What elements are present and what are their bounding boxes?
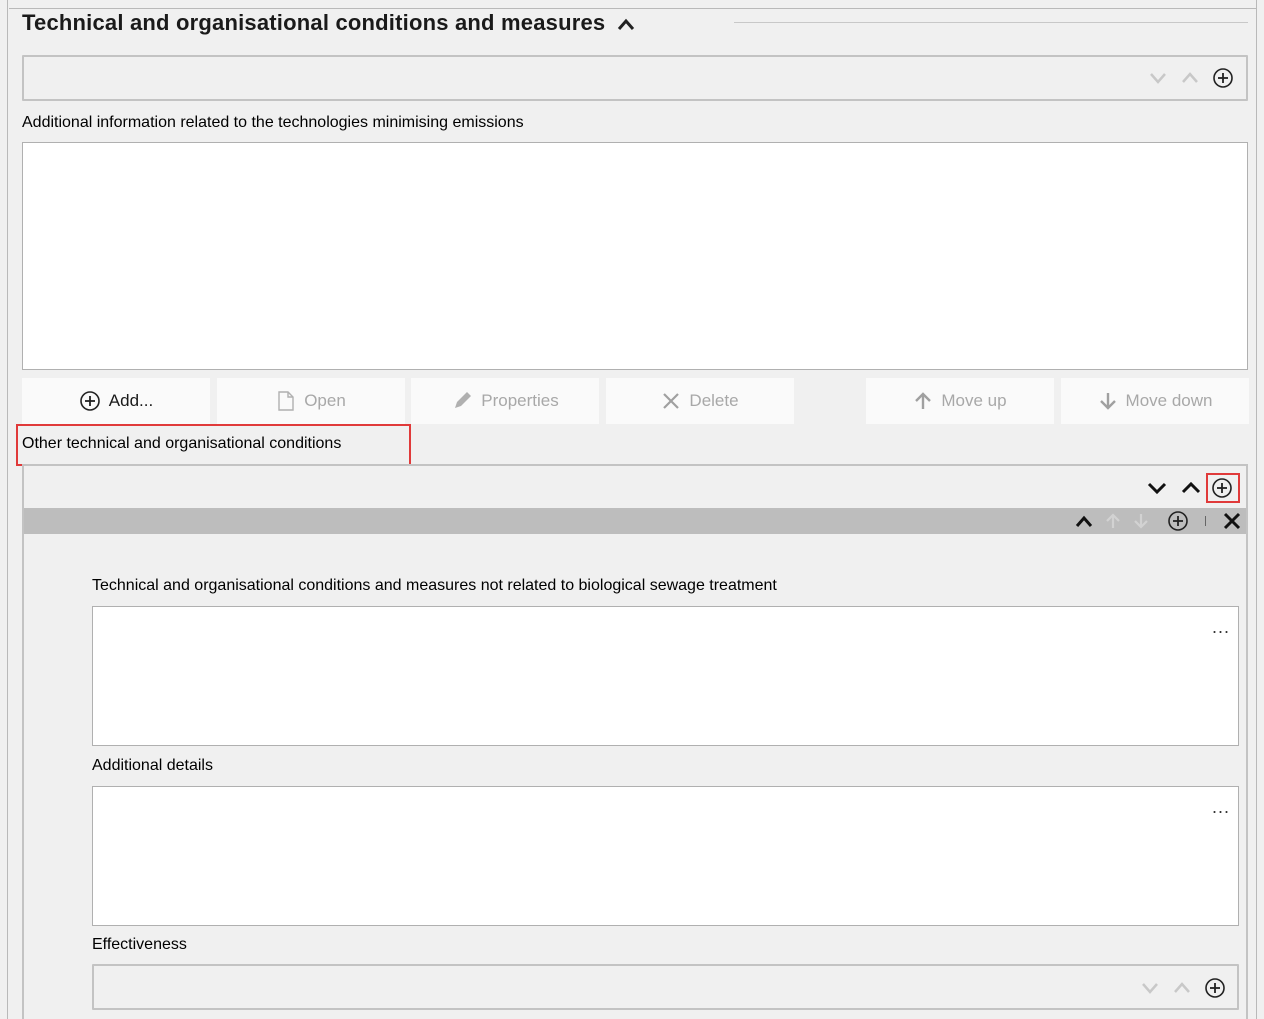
add-button-label: Add... [108,391,154,410]
section-title: Technical and organisational conditions … [22,10,642,36]
separator [1205,516,1206,526]
add-button[interactable]: Add... [22,378,210,424]
chevron-down-icon[interactable] [1148,71,1168,85]
delete-button-label: Delete [689,391,739,410]
section-title-rule [734,22,1248,23]
technologies-label: Additional information related to the te… [22,114,524,131]
chevron-up-icon[interactable] [1074,514,1094,528]
move-up-button-label: Move up [941,391,1007,410]
arrow-up-icon [915,392,932,409]
close-icon[interactable] [1222,511,1242,531]
add-highlight-frame [1206,473,1240,503]
chevron-down-icon[interactable] [1146,480,1168,496]
field2-more-button[interactable]: ... [1212,797,1230,818]
field2-label: Additional details [92,757,213,774]
close-icon [663,393,680,409]
arrow-up-icon[interactable] [1104,512,1122,530]
effectiveness-combo[interactable] [92,964,1239,1010]
plus-circle-icon[interactable] [1204,977,1226,999]
move-down-button-label: Move down [1125,391,1213,410]
field1-more-button[interactable]: ... [1212,617,1230,638]
delete-button[interactable]: Delete [606,378,794,424]
right-border [1256,0,1257,1019]
field2-textarea[interactable]: ... [92,786,1239,926]
move-up-button[interactable]: Move up [866,378,1054,424]
properties-button-label: Properties [481,391,559,410]
properties-button[interactable]: Properties [411,378,599,424]
move-down-button[interactable]: Move down [1061,378,1249,424]
field1-label: Technical and organisational conditions … [92,577,777,594]
plus-circle-icon [79,391,100,411]
plus-circle-icon[interactable] [1212,67,1234,89]
open-button-label: Open [304,391,346,410]
chevron-up-icon[interactable] [1172,981,1192,995]
left-border [7,0,8,1019]
other-conditions-label: Other technical and organisational condi… [22,435,342,452]
plus-circle-icon[interactable] [1167,510,1189,532]
chevron-up-icon[interactable] [1180,480,1202,496]
chevron-up-icon[interactable] [1180,71,1200,85]
open-button[interactable]: Open [217,378,405,424]
pencil-icon [455,392,472,408]
arrow-down-icon [1099,393,1116,410]
other-conditions-container: Technical and organisational conditions … [22,464,1248,1019]
arrow-down-icon[interactable] [1132,512,1150,530]
top-combo[interactable] [22,55,1248,101]
chevron-down-icon[interactable] [1140,981,1160,995]
top-border [9,8,1256,9]
technologies-textarea[interactable] [22,142,1248,370]
field1-textarea[interactable]: ... [92,606,1239,746]
section-title-text: Technical and organisational conditions … [22,10,606,35]
file-icon [278,391,294,411]
chevron-up-icon[interactable] [616,17,636,31]
block-header [24,508,1246,534]
effectiveness-label: Effectiveness [92,936,187,953]
